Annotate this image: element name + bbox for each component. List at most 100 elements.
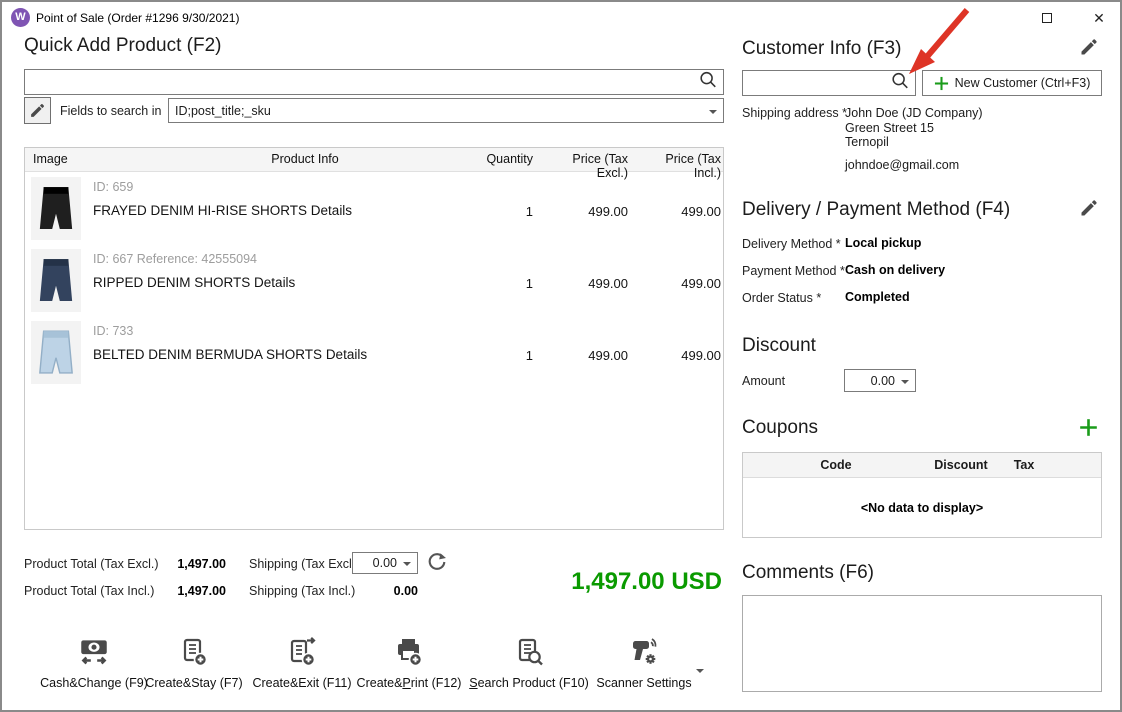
search-product-icon <box>459 636 599 673</box>
discount-amount-label: Amount <box>742 374 785 388</box>
quantity-cell: 1 <box>455 348 533 363</box>
product-title: RIPPED DENIM SHORTS Details <box>93 275 295 290</box>
comments-textarea[interactable] <box>742 595 1102 692</box>
close-button[interactable]: ✕ <box>1082 5 1116 31</box>
price-excl-cell: 499.00 <box>543 348 628 363</box>
product-name: FRAYED DENIM HI-RISE SHORTS <box>93 203 307 218</box>
discount-amount-combobox[interactable]: 0.00 <box>844 369 916 392</box>
table-row[interactable]: ID: 659 FRAYED DENIM HI-RISE SHORTS Deta… <box>25 172 723 244</box>
scanner-settings-button[interactable]: Scanner Settings <box>584 636 704 694</box>
comments-heading: Comments (F6) <box>742 562 874 584</box>
maximize-icon <box>1042 13 1052 23</box>
quick-add-heading: Quick Add Product (F2) <box>24 35 221 57</box>
pencil-icon <box>1079 37 1099 57</box>
grand-total: 1,497.00 USD <box>422 568 722 596</box>
chevron-down-icon <box>901 380 909 384</box>
product-image <box>31 249 81 312</box>
red-annotation-arrow <box>887 4 982 84</box>
price-excl-cell: 499.00 <box>543 276 628 291</box>
product-total-incl-value: 1,497.00 <box>164 584 226 598</box>
col-discount: Discount <box>911 458 1011 472</box>
plus-icon <box>1079 418 1098 437</box>
product-total-excl-value: 1,497.00 <box>164 557 226 571</box>
app-logo-icon: W <box>11 8 30 27</box>
edit-delivery-button[interactable] <box>1079 198 1101 220</box>
details-link[interactable]: Details <box>326 347 367 362</box>
toolbar-button-label: Create&Print (F12) <box>344 676 474 690</box>
order-status-value: Completed <box>845 290 910 304</box>
shipping-incl-label: Shipping (Tax Incl.) <box>249 584 355 598</box>
product-search-input[interactable] <box>25 70 723 94</box>
chevron-down-icon <box>709 110 717 114</box>
customer-info-heading: Customer Info (F3) <box>742 38 901 60</box>
create-print-button[interactable]: Create&Print (F12) <box>344 636 474 694</box>
product-id: ID: 667 Reference: 42555094 <box>93 252 257 266</box>
discount-amount-value: 0.00 <box>851 374 895 388</box>
col-quantity: Quantity <box>455 152 533 166</box>
product-id: ID: 733 <box>93 324 133 338</box>
shipping-incl-value: 0.00 <box>368 584 418 598</box>
edit-fields-button[interactable] <box>24 97 51 124</box>
coupons-table: Code Discount Tax <No data to display> <box>742 452 1102 538</box>
scanner-settings-dropdown[interactable] <box>696 660 704 678</box>
add-coupon-button[interactable] <box>1079 418 1099 438</box>
payment-method-value: Cash on delivery <box>845 263 945 277</box>
pencil-icon <box>29 102 46 119</box>
toolbar-button-label: Search Product (F10) <box>459 676 599 690</box>
fields-to-search-label: Fields to search in <box>60 104 161 118</box>
shipping-address-value: John Doe (JD Company) Green Street 15 Te… <box>845 106 983 150</box>
product-title: FRAYED DENIM HI-RISE SHORTS Details <box>93 203 352 218</box>
product-image <box>31 177 81 240</box>
product-table-header: Image Product Info Quantity Price (Tax E… <box>25 148 723 172</box>
fields-combobox[interactable]: ID;post_title;_sku <box>168 98 724 123</box>
coupons-heading: Coupons <box>742 417 818 439</box>
maximize-button[interactable] <box>1030 5 1064 31</box>
table-row[interactable]: ID: 733 BELTED DENIM BERMUDA SHORTS Deta… <box>25 316 723 388</box>
table-row[interactable]: ID: 667 Reference: 42555094 RIPPED DENIM… <box>25 244 723 316</box>
price-incl-cell: 499.00 <box>636 276 721 291</box>
price-incl-cell: 499.00 <box>636 348 721 363</box>
product-name: BELTED DENIM BERMUDA SHORTS <box>93 347 322 362</box>
quantity-cell: 1 <box>455 204 533 219</box>
close-icon: ✕ <box>1093 10 1105 26</box>
price-incl-cell: 499.00 <box>636 204 721 219</box>
product-total-excl-label: Product Total (Tax Excl.) <box>24 557 159 571</box>
customer-email: johndoe@gmail.com <box>845 158 959 172</box>
shipping-address-label: Shipping address * <box>742 106 847 120</box>
product-search-box <box>24 69 724 95</box>
window-title: Point of Sale (Order #1296 9/30/2021) <box>36 11 239 25</box>
product-id: ID: 659 <box>93 180 133 194</box>
details-link[interactable]: Details <box>311 203 352 218</box>
delivery-payment-heading: Delivery / Payment Method (F4) <box>742 199 1010 221</box>
product-total-incl-label: Product Total (Tax Incl.) <box>24 584 154 598</box>
coupons-empty-text: <No data to display> <box>743 501 1101 515</box>
details-link[interactable]: Details <box>254 275 295 290</box>
product-title: BELTED DENIM BERMUDA SHORTS Details <box>93 347 367 362</box>
col-code: Code <box>783 458 889 472</box>
search-product-button[interactable]: Search Product (F10) <box>459 636 599 694</box>
address-line: Ternopil <box>845 135 983 150</box>
toolbar-button-label: Scanner Settings <box>584 676 704 690</box>
order-status-label: Order Status * <box>742 291 821 305</box>
create-print-icon <box>344 636 474 673</box>
product-table: Image Product Info Quantity Price (Tax E… <box>24 147 724 530</box>
shipping-amount-combobox[interactable]: 0.00 <box>352 552 418 574</box>
edit-customer-button[interactable] <box>1079 37 1101 59</box>
price-excl-cell: 499.00 <box>543 204 628 219</box>
product-name: RIPPED DENIM SHORTS <box>93 275 250 290</box>
delivery-method-value: Local pickup <box>845 236 921 250</box>
shipping-amount-value: 0.00 <box>359 556 397 570</box>
coupons-table-header: Code Discount Tax <box>743 453 1101 478</box>
quantity-cell: 1 <box>455 276 533 291</box>
scanner-settings-icon <box>584 636 704 673</box>
product-image <box>31 321 81 384</box>
chevron-down-icon <box>696 669 704 673</box>
col-image: Image <box>33 152 68 166</box>
address-line: Green Street 15 <box>845 121 983 136</box>
pos-window: W Point of Sale (Order #1296 9/30/2021) … <box>0 0 1122 712</box>
fields-combobox-value: ID;post_title;_sku <box>175 104 703 118</box>
pencil-icon <box>1079 198 1099 218</box>
shipping-excl-label: Shipping (Tax Excl.) <box>249 557 359 571</box>
search-icon <box>698 70 718 95</box>
col-tax: Tax <box>999 458 1049 472</box>
